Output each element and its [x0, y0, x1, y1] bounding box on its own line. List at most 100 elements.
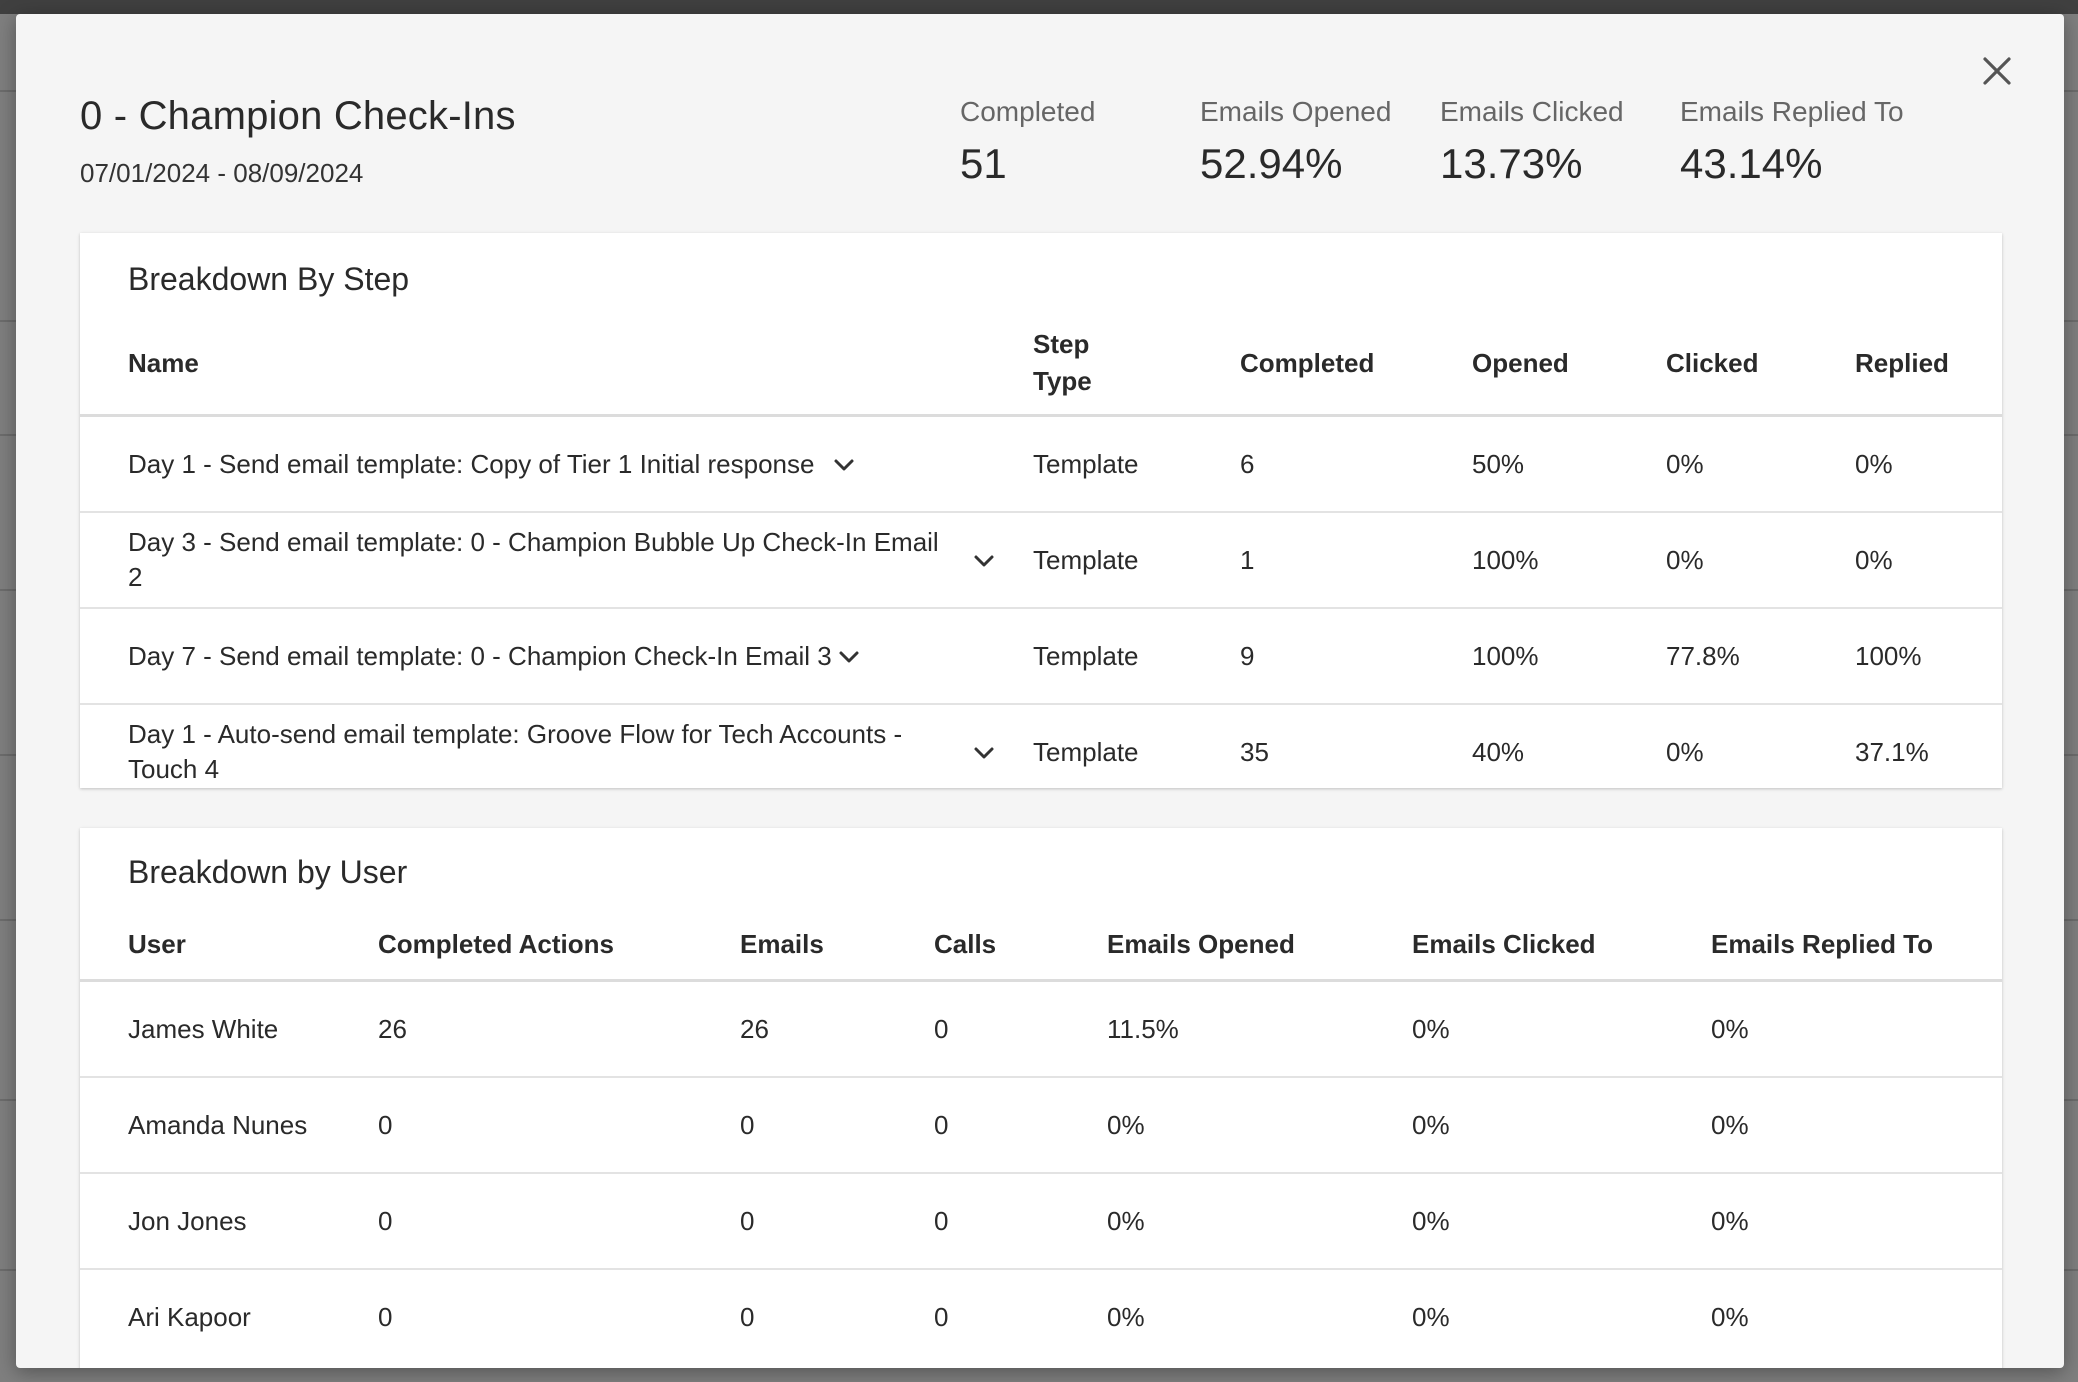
- stat-label: Completed: [960, 96, 1096, 127]
- user-name: Amanda Nunes: [128, 1110, 308, 1140]
- column-header-opened: Opened: [1472, 348, 1569, 378]
- user-emails-opened: 0%: [1107, 1206, 1145, 1236]
- chevron-down-icon: [834, 459, 854, 471]
- user-emails-opened: 0%: [1107, 1110, 1145, 1140]
- table-header: User Completed Actions Emails Calls Emai…: [80, 908, 2002, 982]
- step-completed: 9: [1240, 641, 1255, 671]
- column-header-completed-actions: Completed Actions: [378, 929, 614, 959]
- step-type: Template: [1033, 641, 1139, 671]
- stat-value: 43.14%: [1680, 140, 1823, 187]
- user-emails-clicked: 0%: [1412, 1110, 1450, 1140]
- column-header-emails-clicked: Emails Clicked: [1412, 929, 1596, 959]
- column-header-completed: Completed: [1240, 348, 1375, 378]
- column-header-emails-opened: Emails Opened: [1107, 929, 1295, 959]
- step-replied: 37.1%: [1855, 737, 1929, 767]
- card-title: Breakdown By Step: [128, 261, 410, 297]
- user-completed-actions: 26: [378, 1014, 407, 1044]
- step-name: Day 3 - Send email template: 0 - Champio…: [128, 527, 939, 592]
- expand-step-button[interactable]: [971, 740, 997, 766]
- user-name: Jon Jones: [128, 1206, 247, 1236]
- column-header-replied: Replied: [1855, 348, 1949, 378]
- user-emails-replied: 0%: [1711, 1014, 1749, 1044]
- step-completed: 1: [1240, 545, 1255, 575]
- flow-stats-modal: 0 - Champion Check-Ins 07/01/2024 - 08/0…: [16, 14, 2064, 1368]
- table-row: Jon Jones 0 0 0 0% 0% 0%: [80, 1174, 2002, 1270]
- column-header-step-type-line2: Type: [1033, 366, 1092, 396]
- expand-step-button[interactable]: [831, 452, 857, 478]
- step-opened: 50%: [1472, 449, 1525, 479]
- user-emails-replied: 0%: [1711, 1302, 1749, 1332]
- column-header-emails: Emails: [740, 929, 824, 959]
- user-emails-clicked: 0%: [1412, 1302, 1450, 1332]
- stat-label: Emails Replied To: [1680, 96, 1904, 127]
- user-emails: 0: [740, 1206, 755, 1236]
- stat-emails-clicked: Emails Clicked 13.73%: [1440, 96, 1624, 188]
- stat-value: 52.94%: [1200, 140, 1343, 187]
- card-title: Breakdown by User: [128, 854, 408, 890]
- table-header: Name Step Type Completed Opened Clicked …: [80, 313, 2002, 417]
- user-emails-opened: 0%: [1107, 1302, 1145, 1332]
- expand-step-button[interactable]: [836, 644, 862, 670]
- close-button[interactable]: [1976, 50, 2018, 92]
- table-row: Amanda Nunes 0 0 0 0% 0% 0%: [80, 1078, 2002, 1174]
- stat-value: 13.73%: [1440, 140, 1583, 187]
- stat-value: 51: [960, 140, 1007, 187]
- user-calls: 0: [934, 1110, 949, 1140]
- step-clicked: 0%: [1666, 449, 1704, 479]
- column-header-user: User: [128, 929, 186, 959]
- chevron-down-icon: [974, 555, 994, 567]
- step-completed: 6: [1240, 449, 1255, 479]
- user-emails-replied: 0%: [1711, 1206, 1749, 1236]
- table-row: Day 3 - Send email template: 0 - Champio…: [80, 513, 2002, 609]
- table-row: Day 7 - Send email template: 0 - Champio…: [80, 609, 2002, 705]
- user-name: Ari Kapoor: [128, 1302, 251, 1332]
- user-name: James White: [128, 1014, 279, 1044]
- breakdown-by-step-card: Breakdown By Step Name Step Type Complet…: [80, 233, 2002, 788]
- user-completed-actions: 0: [378, 1302, 393, 1332]
- stat-emails-replied: Emails Replied To 43.14%: [1680, 96, 1904, 188]
- column-header-emails-replied: Emails Replied To: [1711, 929, 1934, 959]
- user-emails: 0: [740, 1110, 755, 1140]
- user-emails: 0: [740, 1302, 755, 1332]
- expand-step-button[interactable]: [971, 548, 997, 574]
- modal-title: 0 - Champion Check-Ins: [80, 94, 516, 138]
- user-calls: 0: [934, 1206, 949, 1236]
- user-completed-actions: 0: [378, 1110, 393, 1140]
- step-name: Day 1 - Auto-send email template: Groove…: [128, 719, 903, 784]
- user-emails-replied: 0%: [1711, 1110, 1749, 1140]
- close-icon: [1983, 57, 2011, 85]
- step-completed: 35: [1240, 737, 1269, 767]
- stat-label: Emails Opened: [1200, 96, 1392, 127]
- step-clicked: 0%: [1666, 737, 1704, 767]
- step-opened: 100%: [1472, 545, 1539, 575]
- step-opened: 100%: [1472, 641, 1539, 671]
- step-replied: 0%: [1855, 449, 1893, 479]
- breakdown-by-user-card: Breakdown by User User Completed Actions…: [80, 828, 2002, 1368]
- user-emails: 26: [740, 1014, 769, 1044]
- user-emails-clicked: 0%: [1412, 1014, 1450, 1044]
- step-clicked: 77.8%: [1666, 641, 1740, 671]
- step-replied: 0%: [1855, 545, 1893, 575]
- step-type: Template: [1033, 737, 1139, 767]
- user-emails-clicked: 0%: [1412, 1206, 1450, 1236]
- table-row: Ari Kapoor 0 0 0 0% 0% 0%: [80, 1270, 2002, 1366]
- step-opened: 40%: [1472, 737, 1525, 767]
- chevron-down-icon: [839, 651, 859, 663]
- table-row: Day 1 - Auto-send email template: Groove…: [80, 705, 2002, 801]
- table-row: James White 26 26 0 11.5% 0% 0%: [80, 982, 2002, 1078]
- column-header-name: Name: [128, 348, 199, 378]
- step-clicked: 0%: [1666, 545, 1704, 575]
- column-header-clicked: Clicked: [1666, 348, 1759, 378]
- step-type: Template: [1033, 545, 1139, 575]
- stat-emails-opened: Emails Opened 52.94%: [1200, 96, 1391, 188]
- chevron-down-icon: [974, 747, 994, 759]
- table-row: Day 1 - Send email template: Copy of Tie…: [80, 417, 2002, 513]
- step-replied: 100%: [1855, 641, 1922, 671]
- stat-label: Emails Clicked: [1440, 96, 1624, 127]
- step-type: Template: [1033, 449, 1139, 479]
- user-emails-opened: 11.5%: [1107, 1014, 1179, 1044]
- user-completed-actions: 0: [378, 1206, 393, 1236]
- stat-completed: Completed 51: [960, 96, 1095, 188]
- column-header-step-type-line1: Step: [1033, 329, 1090, 359]
- date-range: 07/01/2024 - 08/09/2024: [80, 158, 364, 188]
